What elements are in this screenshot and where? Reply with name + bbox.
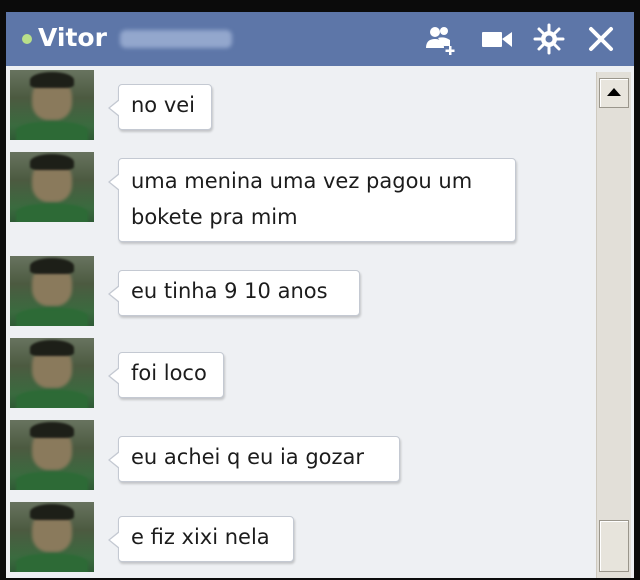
close-icon[interactable] [584, 22, 618, 56]
chat-scrollbar[interactable] [596, 72, 631, 578]
message-bubble: eu achei q eu ia gozar [108, 436, 400, 482]
message-bubble: e fiz xixi nela [108, 516, 294, 562]
scroll-up-button[interactable] [599, 78, 629, 108]
avatar[interactable] [10, 256, 94, 326]
video-call-icon[interactable] [480, 22, 514, 56]
avatar[interactable] [10, 420, 94, 490]
settings-gear-icon[interactable] [532, 22, 566, 56]
avatar[interactable] [10, 502, 94, 572]
chat-titlebar[interactable]: Vitor [6, 12, 634, 66]
scroll-thumb[interactable] [599, 520, 629, 572]
avatar[interactable] [10, 338, 94, 408]
avatar[interactable] [10, 152, 94, 222]
message-bubble: no vei [108, 84, 212, 130]
blurred-surname [120, 30, 232, 48]
message-bubble: eu tinha 9 10 anos [108, 270, 360, 316]
message-bubble: uma menina uma vez pagou um bokete pra m… [108, 158, 516, 242]
online-status-icon [22, 34, 32, 44]
message-bubble: foi loco [108, 352, 224, 398]
avatar[interactable] [10, 70, 94, 140]
contact-name[interactable]: Vitor [38, 23, 107, 52]
add-friends-icon[interactable] [424, 22, 458, 56]
chat-window: Vitor no vei uma menina uma vez pagou um… [6, 12, 634, 578]
